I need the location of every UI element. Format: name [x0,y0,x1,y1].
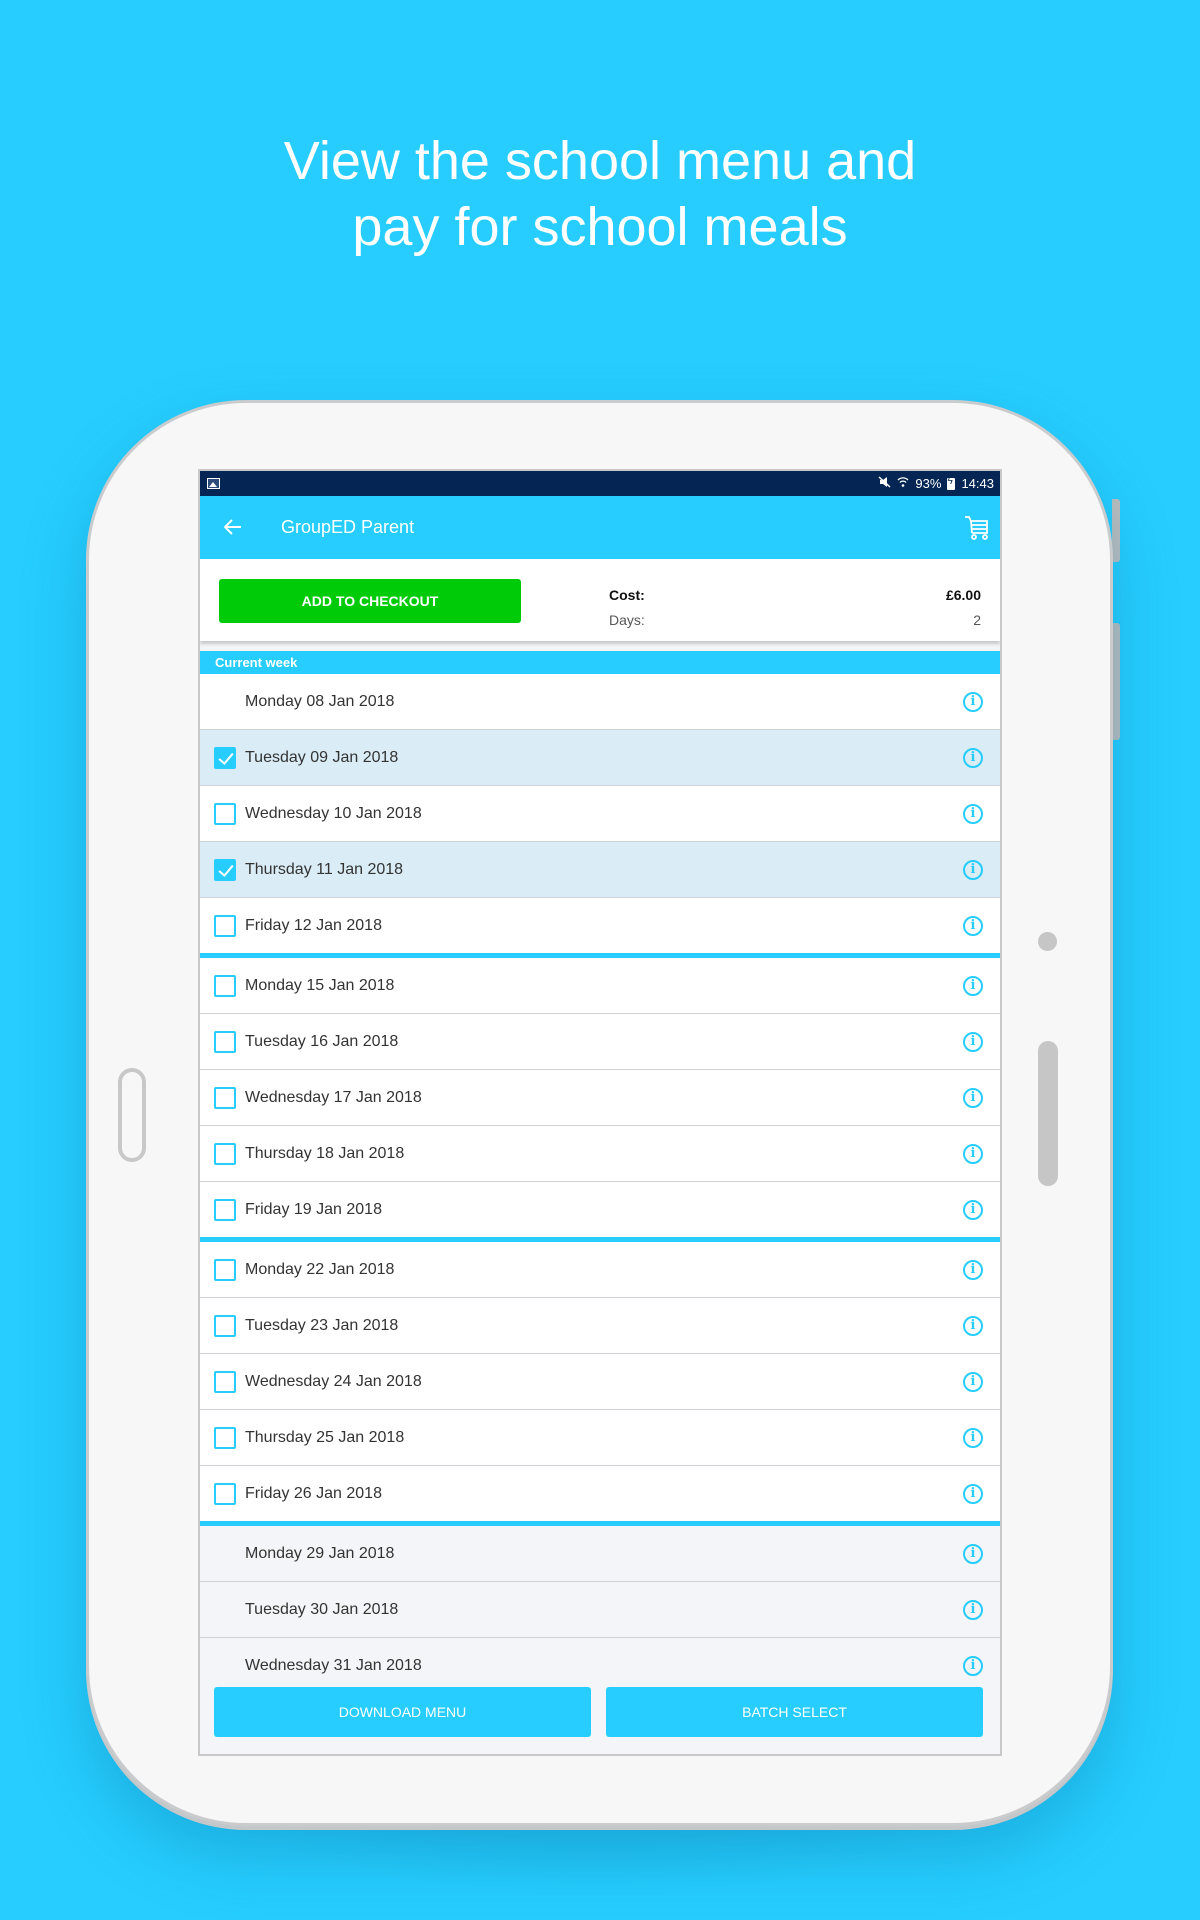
day-label: Thursday 18 Jan 2018 [245,1144,405,1162]
days-label: Days: [609,611,645,628]
checkout-panel: ADD TO CHECKOUT Cost: £6.00 Days: 2 [200,559,1000,641]
cost-label: Cost: [609,586,645,603]
image-notification-icon [207,478,220,489]
info-icon[interactable]: i [963,1655,983,1676]
day-label: Friday 19 Jan 2018 [245,1200,382,1218]
order-summary: Cost: £6.00 Days: 2 [609,582,981,632]
battery-percent: 93% [915,476,942,491]
day-label: Monday 22 Jan 2018 [245,1260,395,1278]
info-icon[interactable]: i [963,1199,983,1220]
info-icon[interactable]: i [963,915,983,936]
status-time: 14:43 [961,476,994,491]
day-label: Tuesday 30 Jan 2018 [245,1600,399,1618]
day-label: Wednesday 31 Jan 2018 [245,1656,422,1674]
day-row[interactable]: Wednesday 10 Jan 2018 i [200,786,1000,842]
checkbox-unchecked[interactable] [214,1426,236,1449]
cost-value: £6.00 [945,586,981,603]
sensor-strip [1038,1041,1058,1186]
day-row[interactable]: Monday 22 Jan 2018 i [200,1242,1000,1298]
info-icon[interactable]: i [963,1371,983,1392]
camera-icon [1038,932,1057,951]
day-row[interactable]: Monday 15 Jan 2018 i [200,958,1000,1014]
day-row[interactable]: Monday 29 Jan 2018 i [200,1526,1000,1582]
day-label: Thursday 25 Jan 2018 [245,1428,405,1446]
checkbox-unchecked[interactable] [214,1030,236,1053]
day-label: Monday 15 Jan 2018 [245,976,395,994]
day-row[interactable]: Monday 08 Jan 2018 i [200,674,1000,730]
info-icon[interactable]: i [963,1259,983,1280]
day-label: Friday 12 Jan 2018 [245,916,382,934]
day-label: Monday 29 Jan 2018 [245,1544,395,1562]
day-label: Tuesday 09 Jan 2018 [245,748,399,766]
info-icon[interactable]: i [963,1483,983,1504]
checkbox-checked[interactable] [214,858,236,881]
promo-headline-line2: pay for school meals [352,197,848,257]
day-row[interactable]: Tuesday 16 Jan 2018 i [200,1014,1000,1070]
info-icon[interactable]: i [963,1599,983,1620]
volume-button [1112,499,1120,562]
download-menu-button[interactable]: DOWNLOAD MENU [214,1687,591,1737]
checkbox-unchecked[interactable] [214,914,236,937]
info-icon[interactable]: i [963,1143,983,1164]
day-label: Wednesday 17 Jan 2018 [245,1088,422,1106]
info-icon[interactable]: i [963,803,983,824]
wifi-icon [897,476,909,491]
day-label: Thursday 11 Jan 2018 [245,860,404,878]
checkbox-unchecked[interactable] [214,1258,236,1281]
checkbox-unchecked[interactable] [214,1142,236,1165]
info-icon[interactable]: i [963,747,983,768]
info-icon[interactable]: i [963,1543,983,1564]
shopping-cart-icon[interactable] [964,515,990,546]
info-icon[interactable]: i [963,1427,983,1448]
day-row[interactable]: Thursday 18 Jan 2018 i [200,1126,1000,1182]
day-row[interactable]: Friday 19 Jan 2018 i [200,1182,1000,1237]
info-icon[interactable]: i [963,1315,983,1336]
checkbox-unchecked[interactable] [214,974,236,997]
checkbox-unchecked[interactable] [214,1198,236,1221]
power-button [1112,623,1120,740]
day-row[interactable]: Thursday 25 Jan 2018 i [200,1410,1000,1466]
checkbox-unchecked[interactable] [214,802,236,825]
info-icon[interactable]: i [963,975,983,996]
days-value: 2 [973,611,981,628]
checkbox-unchecked[interactable] [214,1314,236,1337]
checkbox-unchecked[interactable] [214,1370,236,1393]
batch-select-button[interactable]: BATCH SELECT [606,1687,983,1737]
battery-charging-icon [947,476,956,490]
arrow-left-icon[interactable] [223,515,248,541]
info-icon[interactable]: i [963,859,983,880]
day-row[interactable]: Wednesday 17 Jan 2018 i [200,1070,1000,1126]
day-row[interactable]: Friday 26 Jan 2018 i [200,1466,1000,1521]
info-icon[interactable]: i [963,691,983,712]
current-week-header: Current week [200,651,1000,674]
device-screen: 93% 14:43 GroupED Parent ADD TO CHECKOUT… [198,469,1002,1756]
promo-headline-line1: View the school menu and [283,131,917,191]
checkbox-unchecked[interactable] [214,1086,236,1109]
add-to-checkout-button[interactable]: ADD TO CHECKOUT [219,579,521,623]
day-row[interactable]: Friday 12 Jan 2018 i [200,898,1000,953]
promo-headline: View the school menu and pay for school … [0,128,1200,260]
day-row[interactable]: Tuesday 23 Jan 2018 i [200,1298,1000,1354]
bottom-action-bar: DOWNLOAD MENU BATCH SELECT [200,1678,1000,1754]
day-label: Tuesday 16 Jan 2018 [245,1032,399,1050]
day-label: Monday 08 Jan 2018 [245,692,395,710]
info-icon[interactable]: i [963,1087,983,1108]
day-row[interactable]: Thursday 11 Jan 2018 i [200,842,1000,898]
checkbox-unchecked[interactable] [214,1482,236,1505]
day-list[interactable]: Monday 08 Jan 2018 i Tuesday 09 Jan 2018 i W… [200,674,1000,1701]
app-title: GroupED Parent [281,517,415,537]
day-label: Wednesday 24 Jan 2018 [245,1372,422,1390]
status-bar: 93% 14:43 [200,471,1000,496]
checkbox-checked[interactable] [214,746,236,769]
day-label: Friday 26 Jan 2018 [245,1484,382,1502]
day-row[interactable]: Tuesday 30 Jan 2018 i [200,1582,1000,1638]
day-row[interactable]: Tuesday 09 Jan 2018 i [200,730,1000,786]
mute-icon [878,476,891,491]
day-row[interactable]: Wednesday 24 Jan 2018 i [200,1354,1000,1410]
day-label: Wednesday 10 Jan 2018 [245,804,422,822]
home-button [118,1068,146,1162]
app-bar: GroupED Parent [200,496,1000,559]
day-label: Tuesday 23 Jan 2018 [245,1316,399,1334]
info-icon[interactable]: i [963,1031,983,1052]
